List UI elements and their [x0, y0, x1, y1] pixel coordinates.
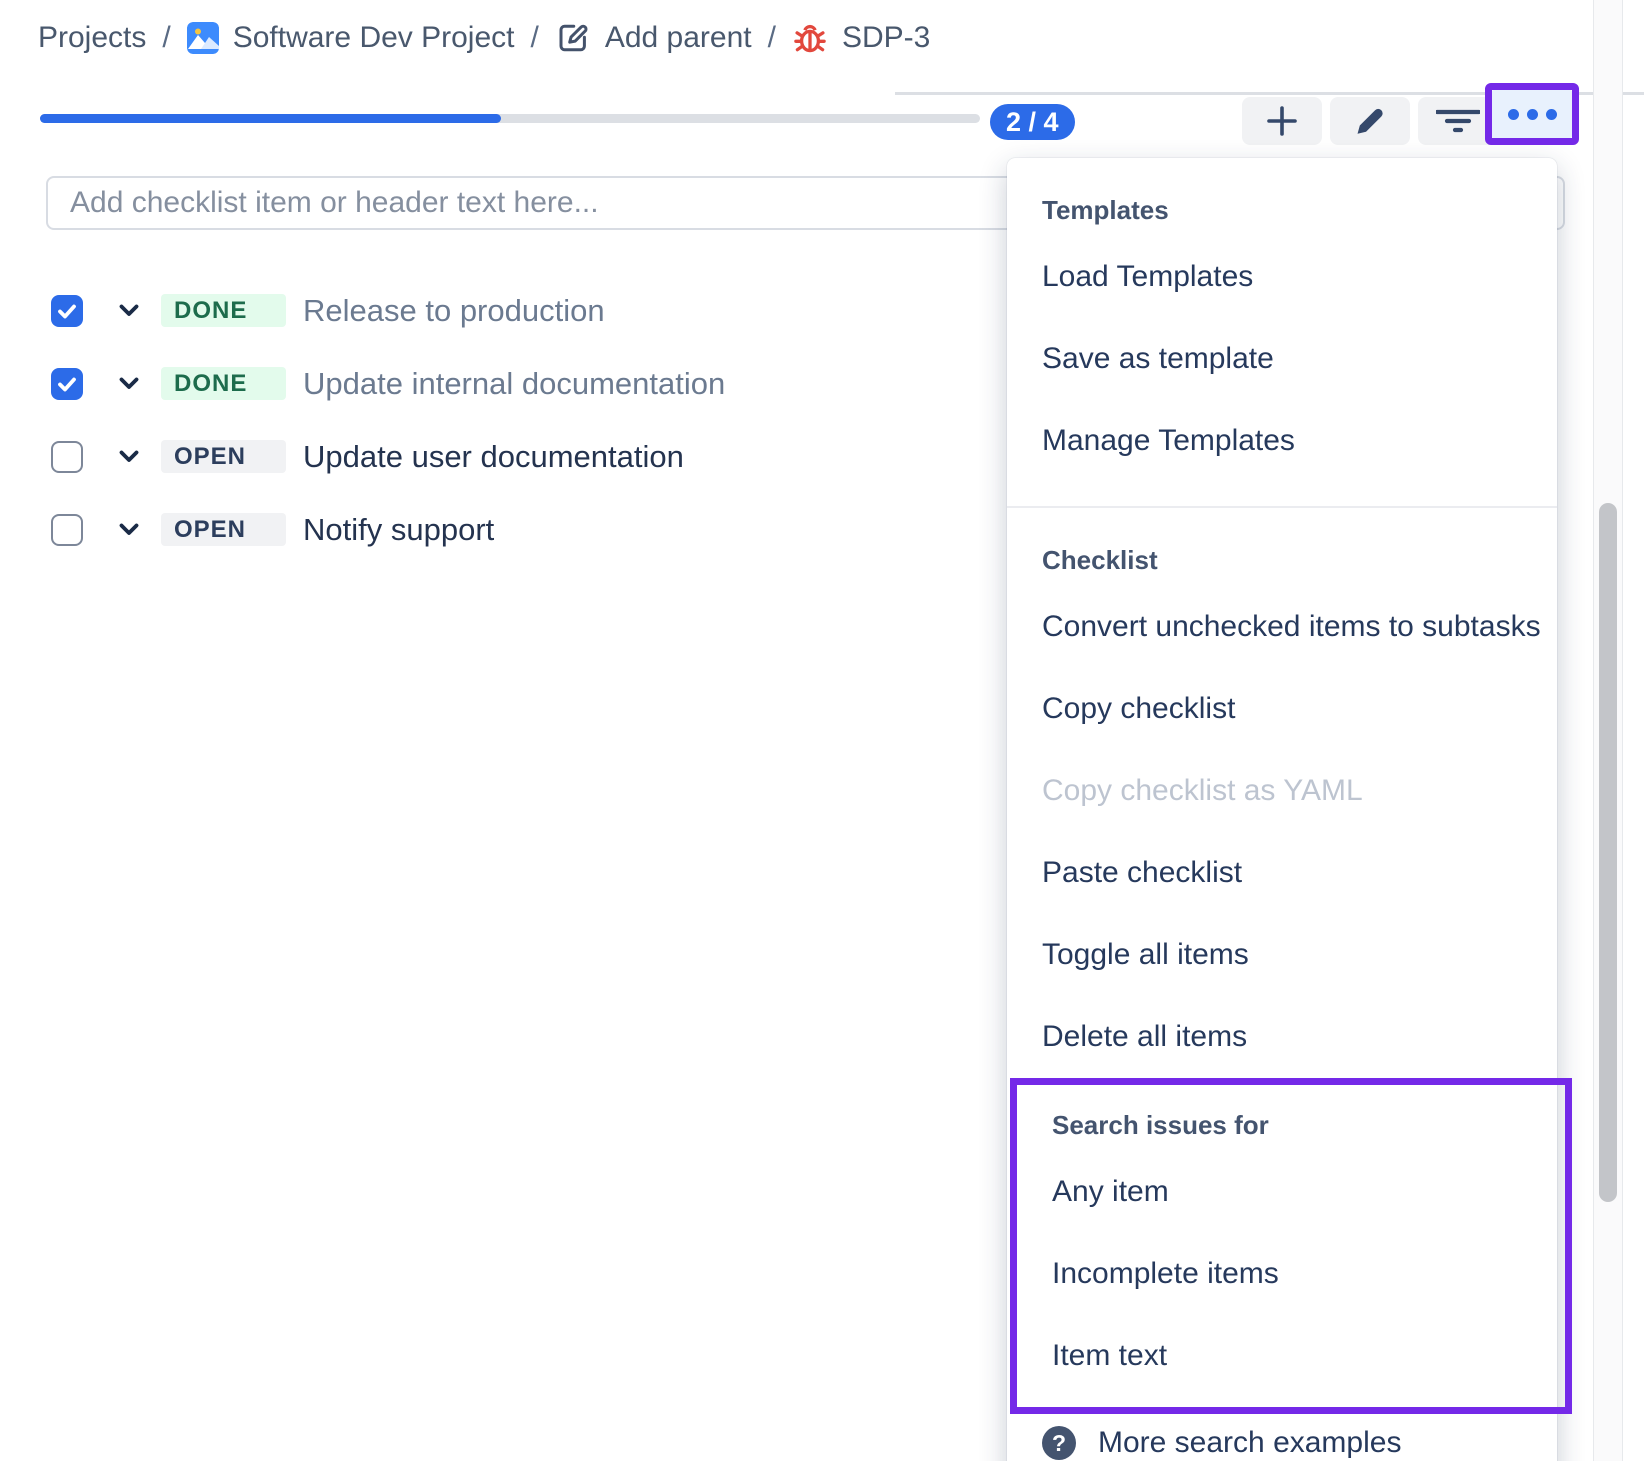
filter-icon — [1436, 107, 1480, 135]
checklist-row: OPEN Update user documentation — [51, 420, 725, 493]
menu-section-templates: Templates Load Templates Save as templat… — [1007, 158, 1557, 482]
edit-checklist-button[interactable] — [1330, 97, 1410, 145]
menu-item-delete-all-items[interactable]: Delete all items — [1007, 996, 1557, 1078]
bug-icon — [792, 20, 828, 56]
progress-fill — [40, 114, 501, 123]
status-badge[interactable]: DONE — [161, 367, 286, 400]
edit-icon — [555, 20, 591, 56]
menu-item-any-item[interactable]: Any item — [1017, 1151, 1565, 1233]
menu-item-item-text[interactable]: Item text — [1017, 1315, 1565, 1397]
breadcrumb: Projects / Software Dev Project / Add pa… — [38, 14, 930, 62]
checklist-row: OPEN Notify support — [51, 493, 725, 566]
chevron-down-icon[interactable] — [118, 522, 140, 537]
item-checkbox-checked[interactable] — [51, 295, 83, 327]
menu-section-checklist: Checklist Convert unchecked items to sub… — [1007, 508, 1557, 1078]
breadcrumb-project-label[interactable]: Software Dev Project — [233, 21, 515, 55]
checklist: DONE Release to production DONE Update i… — [51, 274, 725, 566]
item-label[interactable]: Update user documentation — [303, 439, 684, 475]
chevron-down-icon[interactable] — [118, 303, 140, 318]
menu-item-more-search-examples[interactable]: ? More search examples — [1007, 1414, 1557, 1461]
breadcrumb-issue-link[interactable]: SDP-3 — [792, 20, 930, 56]
ellipsis-icon — [1508, 109, 1557, 120]
menu-section-title: Search issues for — [1017, 1099, 1565, 1151]
status-badge[interactable]: DONE — [161, 294, 286, 327]
checklist-row: DONE Release to production — [51, 274, 725, 347]
checklist-toolbar — [1242, 97, 1498, 145]
item-label[interactable]: Release to production — [303, 293, 605, 329]
breadcrumb-project-link[interactable]: Software Dev Project — [187, 21, 515, 55]
menu-item-incomplete-items[interactable]: Incomplete items — [1017, 1233, 1565, 1315]
menu-section-title: Templates — [1007, 184, 1557, 236]
breadcrumb-projects-link[interactable]: Projects — [38, 21, 146, 55]
chevron-down-icon[interactable] — [118, 449, 140, 464]
plus-icon — [1263, 102, 1301, 140]
project-avatar-icon — [187, 22, 219, 54]
item-label[interactable]: Update internal documentation — [303, 366, 725, 402]
status-badge[interactable]: OPEN — [161, 513, 286, 546]
item-label[interactable]: Notify support — [303, 512, 494, 548]
menu-item-paste-checklist[interactable]: Paste checklist — [1007, 832, 1557, 914]
question-circle-icon: ? — [1042, 1426, 1076, 1460]
more-actions-button[interactable] — [1492, 90, 1572, 138]
menu-section-title: Checklist — [1007, 534, 1557, 586]
menu-item-manage-templates[interactable]: Manage Templates — [1007, 400, 1557, 482]
annotation-highlight-search-section: Search issues for Any item Incomplete it… — [1010, 1078, 1572, 1414]
menu-item-toggle-all-items[interactable]: Toggle all items — [1007, 914, 1557, 996]
add-parent-button[interactable]: Add parent — [555, 20, 752, 56]
issue-key-label[interactable]: SDP-3 — [842, 21, 930, 55]
item-checkbox-unchecked[interactable] — [51, 514, 83, 546]
item-checkbox-checked[interactable] — [51, 368, 83, 400]
breadcrumb-separator: / — [531, 21, 539, 55]
more-actions-menu: Templates Load Templates Save as templat… — [1007, 158, 1557, 1461]
pencil-icon — [1353, 104, 1387, 138]
checklist-row: DONE Update internal documentation — [51, 347, 725, 420]
add-item-button[interactable] — [1242, 97, 1322, 145]
menu-item-copy-checklist[interactable]: Copy checklist — [1007, 668, 1557, 750]
scrollbar-track[interactable] — [1593, 0, 1623, 1461]
menu-item-copy-checklist-as-yaml: Copy checklist as YAML — [1007, 750, 1557, 832]
checkmark-icon — [55, 372, 79, 396]
scrollbar-thumb[interactable] — [1599, 503, 1617, 1202]
annotation-highlight-more-button — [1485, 83, 1579, 145]
progress-bar — [40, 114, 980, 123]
status-badge[interactable]: OPEN — [161, 440, 286, 473]
menu-item-load-templates[interactable]: Load Templates — [1007, 236, 1557, 318]
add-parent-label[interactable]: Add parent — [605, 21, 752, 55]
menu-item-convert-unchecked-to-subtasks[interactable]: Convert unchecked items to subtasks — [1007, 586, 1557, 668]
item-checkbox-unchecked[interactable] — [51, 441, 83, 473]
menu-section-search-issues-for: Search issues for Any item Incomplete it… — [1017, 1085, 1565, 1407]
breadcrumb-separator: / — [162, 21, 170, 55]
menu-item-save-as-template[interactable]: Save as template — [1007, 318, 1557, 400]
breadcrumb-separator: / — [768, 21, 776, 55]
more-search-examples-label: More search examples — [1098, 1426, 1401, 1460]
checkmark-icon — [55, 299, 79, 323]
chevron-down-icon[interactable] — [118, 376, 140, 391]
progress-count-badge: 2 / 4 — [990, 104, 1075, 140]
checklist-panel: Projects / Software Dev Project / Add pa… — [0, 0, 1644, 1461]
